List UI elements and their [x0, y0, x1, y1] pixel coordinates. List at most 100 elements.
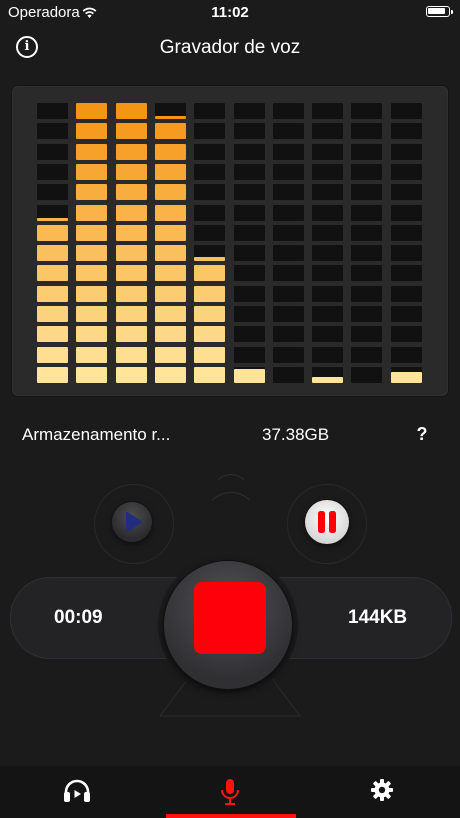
meter-segment-lit — [37, 217, 68, 221]
stop-icon — [194, 582, 266, 654]
meter-segment-lit — [154, 116, 186, 120]
meter-segment — [115, 366, 147, 383]
meter-segment — [272, 143, 304, 160]
meter-segment — [154, 326, 186, 343]
meter-segment — [154, 163, 186, 180]
meter-segment — [312, 346, 344, 363]
meter-bar — [233, 103, 265, 383]
page-title: Gravador de voz — [159, 37, 301, 58]
meter-segment — [115, 326, 147, 343]
meter-segment — [194, 123, 226, 140]
meter-segment — [351, 143, 383, 160]
meter-segment — [194, 306, 226, 323]
meter-segment — [390, 184, 422, 201]
meter-segment-lit — [390, 371, 422, 383]
meter-segment — [390, 224, 422, 241]
meter-segment — [37, 103, 68, 120]
meter-segment — [115, 346, 147, 363]
meter-segment — [390, 143, 422, 160]
meter-segment — [76, 245, 108, 262]
meter-segment — [351, 204, 383, 221]
meter-segment — [37, 143, 68, 160]
meter-segment — [390, 346, 422, 363]
meter-segment — [312, 306, 344, 323]
meter-segment — [37, 306, 68, 323]
meter-segment — [154, 245, 186, 262]
recording-controls: 00:09 144KB — [0, 460, 460, 760]
play-icon — [126, 512, 142, 532]
meter-segment — [351, 285, 383, 302]
meter-segment — [272, 265, 304, 282]
meter-segment — [272, 163, 304, 180]
meter-segment — [390, 103, 422, 120]
meter-segment — [272, 224, 304, 241]
meter-bar — [154, 103, 186, 383]
meter-segment — [115, 245, 147, 262]
meter-segment — [312, 245, 344, 262]
tab-bar — [0, 766, 460, 818]
meter-segment — [312, 285, 344, 302]
meter-segment — [194, 143, 226, 160]
meter-segment — [115, 123, 147, 140]
meter-segment — [351, 346, 383, 363]
meter-segment — [351, 366, 383, 383]
decor-arc — [204, 492, 258, 546]
meter-segment — [115, 285, 147, 302]
meter-segment — [37, 326, 68, 343]
status-time: 11:02 — [211, 4, 249, 21]
meter-segment — [351, 326, 383, 343]
storage-value: 37.38GB — [262, 425, 330, 444]
meter-segment — [272, 103, 304, 120]
meter-segment — [272, 346, 304, 363]
meter-segment — [390, 285, 422, 302]
meter-segment — [194, 326, 226, 343]
meter-segment — [233, 346, 265, 363]
meter-segment — [37, 163, 68, 180]
tab-settings[interactable] — [332, 766, 432, 818]
meter-segment — [115, 184, 147, 201]
meter-segment — [390, 326, 422, 343]
meter-segment — [312, 123, 344, 140]
meter-segment — [76, 204, 108, 221]
meter-segment — [115, 265, 147, 282]
meter-segment — [194, 346, 226, 363]
meter-segment — [154, 204, 186, 221]
meter-segment — [233, 224, 265, 241]
meter-segment — [233, 123, 265, 140]
meter-segment — [272, 326, 304, 343]
meter-segment — [154, 285, 186, 302]
meter-segment — [312, 224, 344, 241]
meter-segment — [37, 346, 68, 363]
meter-bar — [115, 103, 147, 383]
meter-segment — [154, 224, 186, 241]
meter-segment-lit — [194, 257, 226, 262]
pause-button[interactable] — [305, 500, 349, 544]
help-button[interactable]: ? — [410, 424, 434, 445]
meter-segment — [76, 285, 108, 302]
meter-segment — [154, 143, 186, 160]
meter-segment — [194, 184, 226, 201]
play-button[interactable] — [112, 502, 152, 542]
meter-segment — [272, 306, 304, 323]
tab-playlist[interactable] — [27, 766, 127, 818]
tab-record[interactable] — [180, 766, 280, 818]
meter-bar — [37, 103, 68, 383]
meter-segment-lit — [233, 368, 265, 383]
meter-segment — [390, 265, 422, 282]
meter-bar — [272, 103, 304, 383]
meter-segment — [233, 285, 265, 302]
meter-segment — [154, 366, 186, 383]
meter-segment — [194, 163, 226, 180]
meter-segment — [312, 143, 344, 160]
meter-segment — [76, 265, 108, 282]
gear-icon — [371, 779, 393, 801]
meter-segment — [37, 285, 68, 302]
level-meter — [12, 86, 448, 396]
meter-segment — [233, 245, 265, 262]
meter-segment — [233, 143, 265, 160]
meter-segment — [76, 143, 108, 160]
meter-segment — [37, 184, 68, 201]
meter-bar — [312, 103, 344, 383]
meter-segment — [272, 204, 304, 221]
meter-bar — [390, 103, 422, 383]
